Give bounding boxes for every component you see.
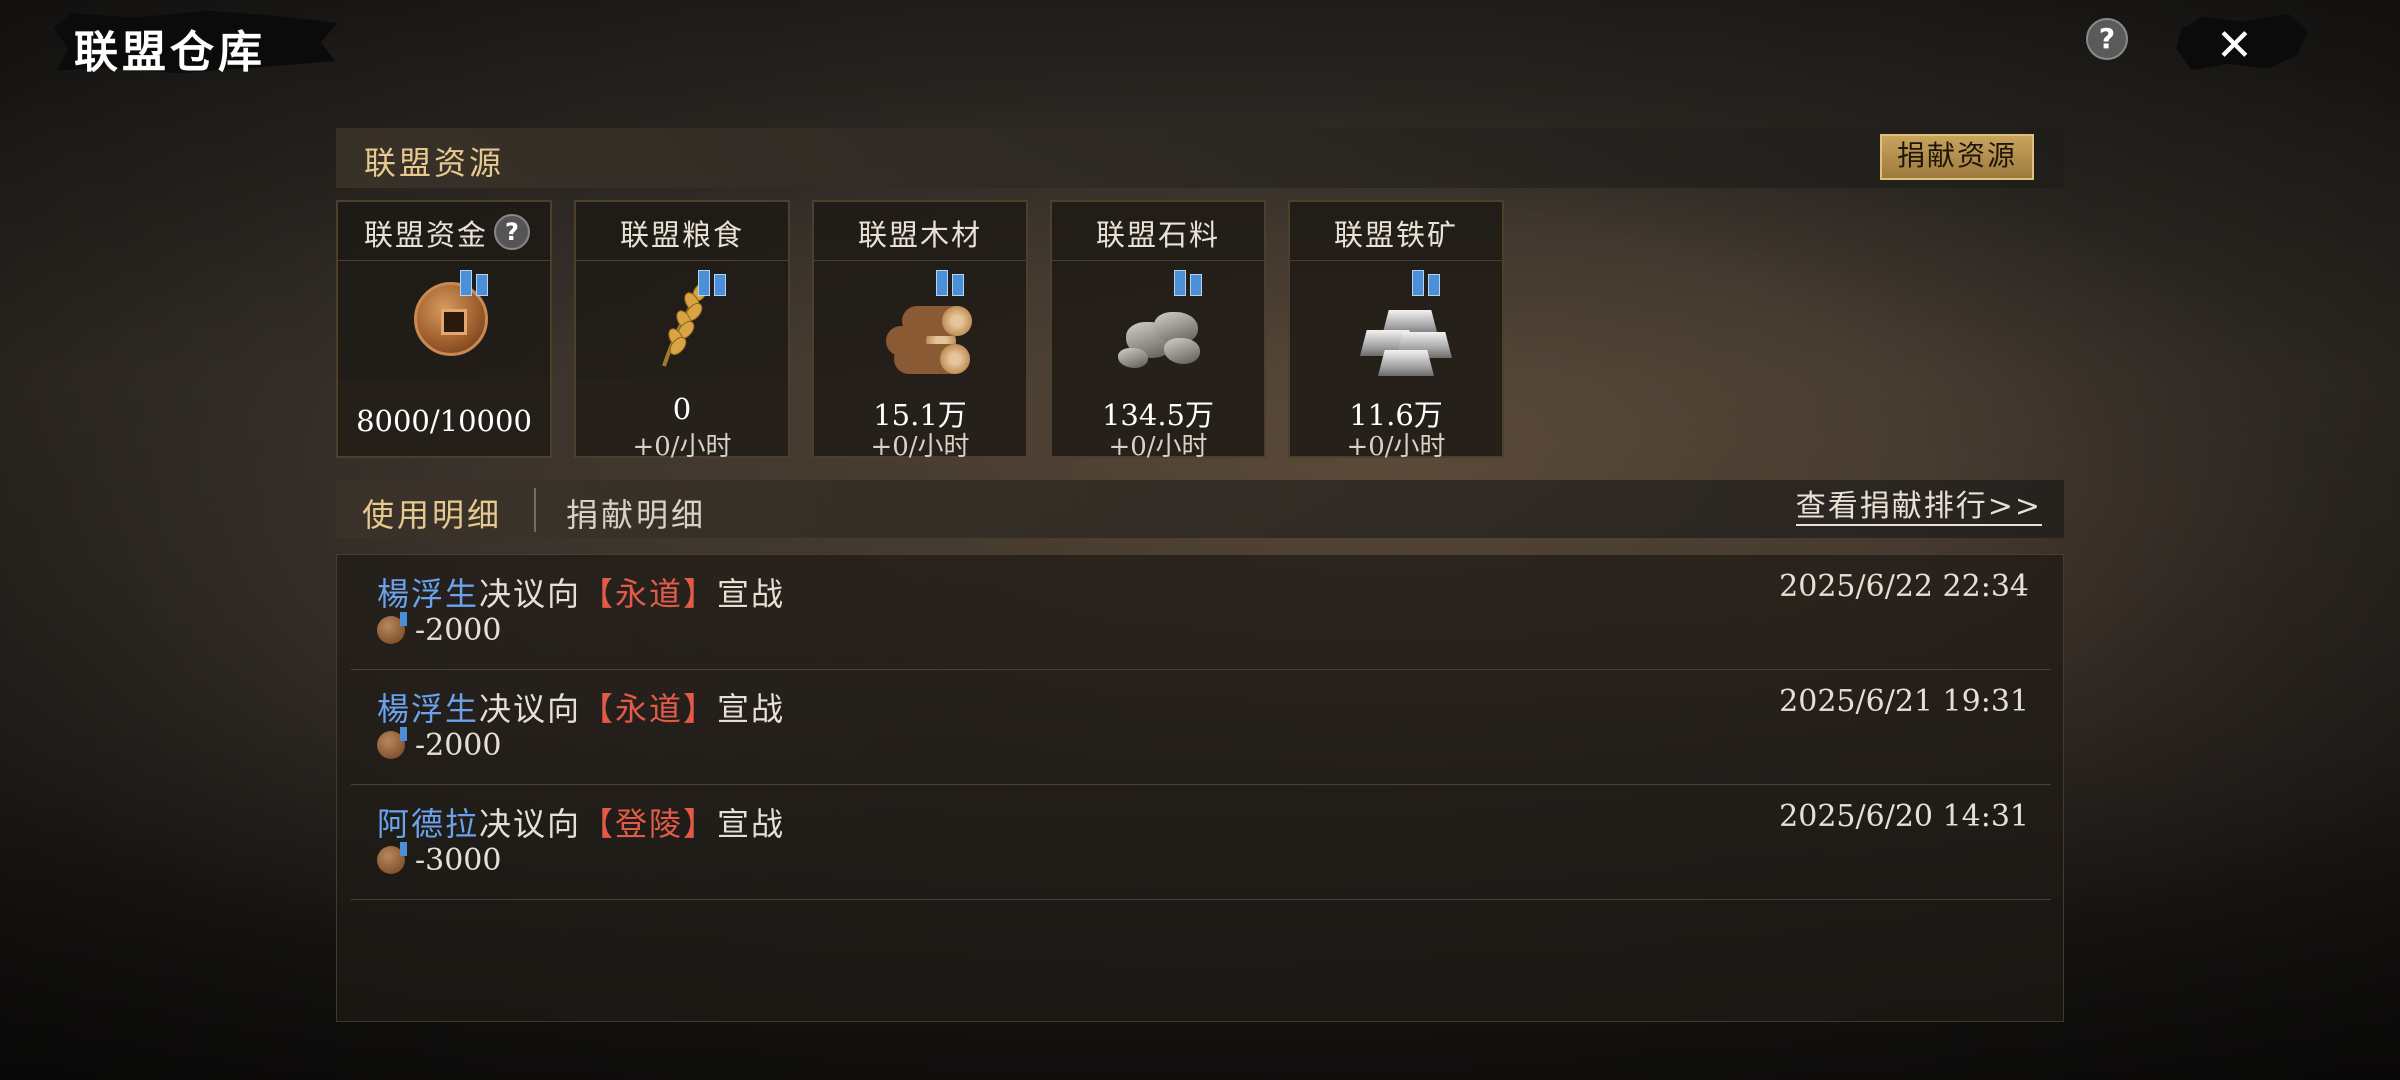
list-item: 阿德拉决议向【登陵】宣战 2025/6/20 14:31 -3000 — [351, 785, 2051, 900]
target-alliance-link[interactable]: 【永道】 — [581, 575, 717, 613]
card-divider — [1290, 260, 1502, 261]
resource-cards: 联盟资金 ? 8000/10000 联盟粮食 0 +0/小时 联盟木材 15.1… — [336, 200, 2064, 462]
resource-rate: +0/小时 — [632, 432, 732, 462]
log-timestamp: 2025/6/22 22:34 — [1779, 569, 2029, 604]
log-timestamp: 2025/6/20 14:31 — [1779, 799, 2029, 834]
log-entry-text: 楊浮生决议向【永道】宣战 — [377, 569, 785, 615]
resource-label: 联盟木材 — [857, 218, 982, 252]
resource-label: 联盟粮食 — [619, 218, 744, 252]
tab-divider — [534, 488, 536, 532]
member-name-link[interactable]: 楊浮生 — [377, 690, 479, 728]
resources-header: 联盟资源 捐献资源 — [336, 128, 2064, 188]
list-item: 楊浮生决议向【永道】宣战 2025/6/21 19:31 -2000 — [351, 670, 2051, 785]
resource-card-wood[interactable]: 联盟木材 15.1万 +0/小时 — [812, 200, 1028, 462]
resource-value-area: 0 +0/小时 — [576, 378, 788, 462]
resource-card-iron[interactable]: 联盟铁矿 11.6万 +0/小时 — [1288, 200, 1504, 462]
iron-icon — [1348, 266, 1452, 376]
resource-value: 0 — [672, 392, 692, 426]
log-action: 决议向 — [479, 805, 582, 843]
stone-icon — [1110, 266, 1210, 376]
log-amount-line: -2000 — [377, 612, 502, 648]
tab-donation-details[interactable]: 捐献明细 — [566, 490, 706, 536]
member-name-link[interactable]: 楊浮生 — [377, 575, 479, 613]
member-name-link[interactable]: 阿德拉 — [377, 805, 479, 843]
log-action-suffix: 宣战 — [717, 805, 786, 843]
log-amount: -2000 — [415, 728, 502, 763]
close-icon: ✕ — [2216, 20, 2253, 71]
tab-usage-details[interactable]: 使用明细 — [362, 490, 502, 536]
log-amount: -2000 — [415, 613, 502, 648]
target-alliance-link[interactable]: 【永道】 — [581, 690, 717, 728]
window-title: 联盟仓库 — [74, 27, 266, 78]
coin-icon — [377, 727, 407, 759]
card-divider — [1052, 260, 1264, 261]
resources-section-title: 联盟资源 — [364, 144, 505, 182]
resource-rate: +0/小时 — [1108, 432, 1208, 462]
log-amount: -3000 — [415, 843, 502, 878]
card-divider — [814, 260, 1026, 261]
funds-help-icon[interactable]: ? — [494, 214, 530, 250]
log-action-suffix: 宣战 — [717, 690, 786, 728]
resource-rate: +0/小时 — [1346, 432, 1446, 462]
resource-card-stone[interactable]: 联盟石料 134.5万 +0/小时 — [1050, 200, 1266, 462]
close-button[interactable]: ✕ — [2176, 10, 2308, 74]
wood-icon — [872, 266, 972, 376]
log-entry-text: 楊浮生决议向【永道】宣战 — [377, 684, 785, 730]
resource-value-area: 15.1万 +0/小时 — [814, 378, 1026, 462]
log-action: 决议向 — [479, 690, 582, 728]
log-amount-line: -2000 — [377, 727, 502, 763]
log-timestamp: 2025/6/21 19:31 — [1779, 684, 2029, 719]
resource-label: 联盟铁矿 — [1333, 218, 1458, 252]
grain-icon — [634, 266, 734, 376]
resource-card-funds[interactable]: 联盟资金 ? 8000/10000 — [336, 200, 552, 458]
resource-value-area: 11.6万 +0/小时 — [1290, 378, 1502, 462]
resource-card-grain[interactable]: 联盟粮食 0 +0/小时 — [574, 200, 790, 462]
target-alliance-link[interactable]: 【登陵】 — [581, 805, 717, 843]
usage-log-list[interactable]: 楊浮生决议向【永道】宣战 2025/6/22 22:34 -2000 楊浮生决议… — [336, 554, 2064, 1022]
log-action-suffix: 宣战 — [717, 575, 786, 613]
coin-icon — [396, 266, 496, 376]
log-action: 决议向 — [479, 575, 582, 613]
card-divider — [338, 260, 550, 261]
log-amount-line: -3000 — [377, 842, 502, 878]
resource-label: 联盟石料 — [1095, 218, 1220, 252]
card-divider — [576, 260, 788, 261]
alliance-warehouse-panel: 联盟资源 捐献资源 联盟资金 ? 8000/10000 联盟粮食 0 +0/小时… — [336, 128, 2064, 1022]
resource-value: 8000/10000 — [356, 404, 532, 438]
resource-rate: +0/小时 — [870, 432, 970, 462]
detail-tabs: 使用明细 捐献明细 查看捐献排行>> — [336, 480, 2064, 538]
coin-icon — [377, 842, 407, 874]
log-entry-text: 阿德拉决议向【登陵】宣战 — [377, 799, 785, 845]
window-title-banner: 联盟仓库 — [48, 8, 338, 78]
donate-resources-button[interactable]: 捐献资源 — [1880, 134, 2034, 180]
list-item: 楊浮生决议向【永道】宣战 2025/6/22 22:34 -2000 — [351, 555, 2051, 670]
help-icon[interactable]: ? — [2086, 18, 2128, 60]
view-donation-ranking-link[interactable]: 查看捐献排行>> — [1795, 490, 2042, 526]
resource-value-area: 8000/10000 — [338, 378, 550, 456]
coin-icon — [377, 612, 407, 644]
resource-value-area: 134.5万 +0/小时 — [1052, 378, 1264, 462]
